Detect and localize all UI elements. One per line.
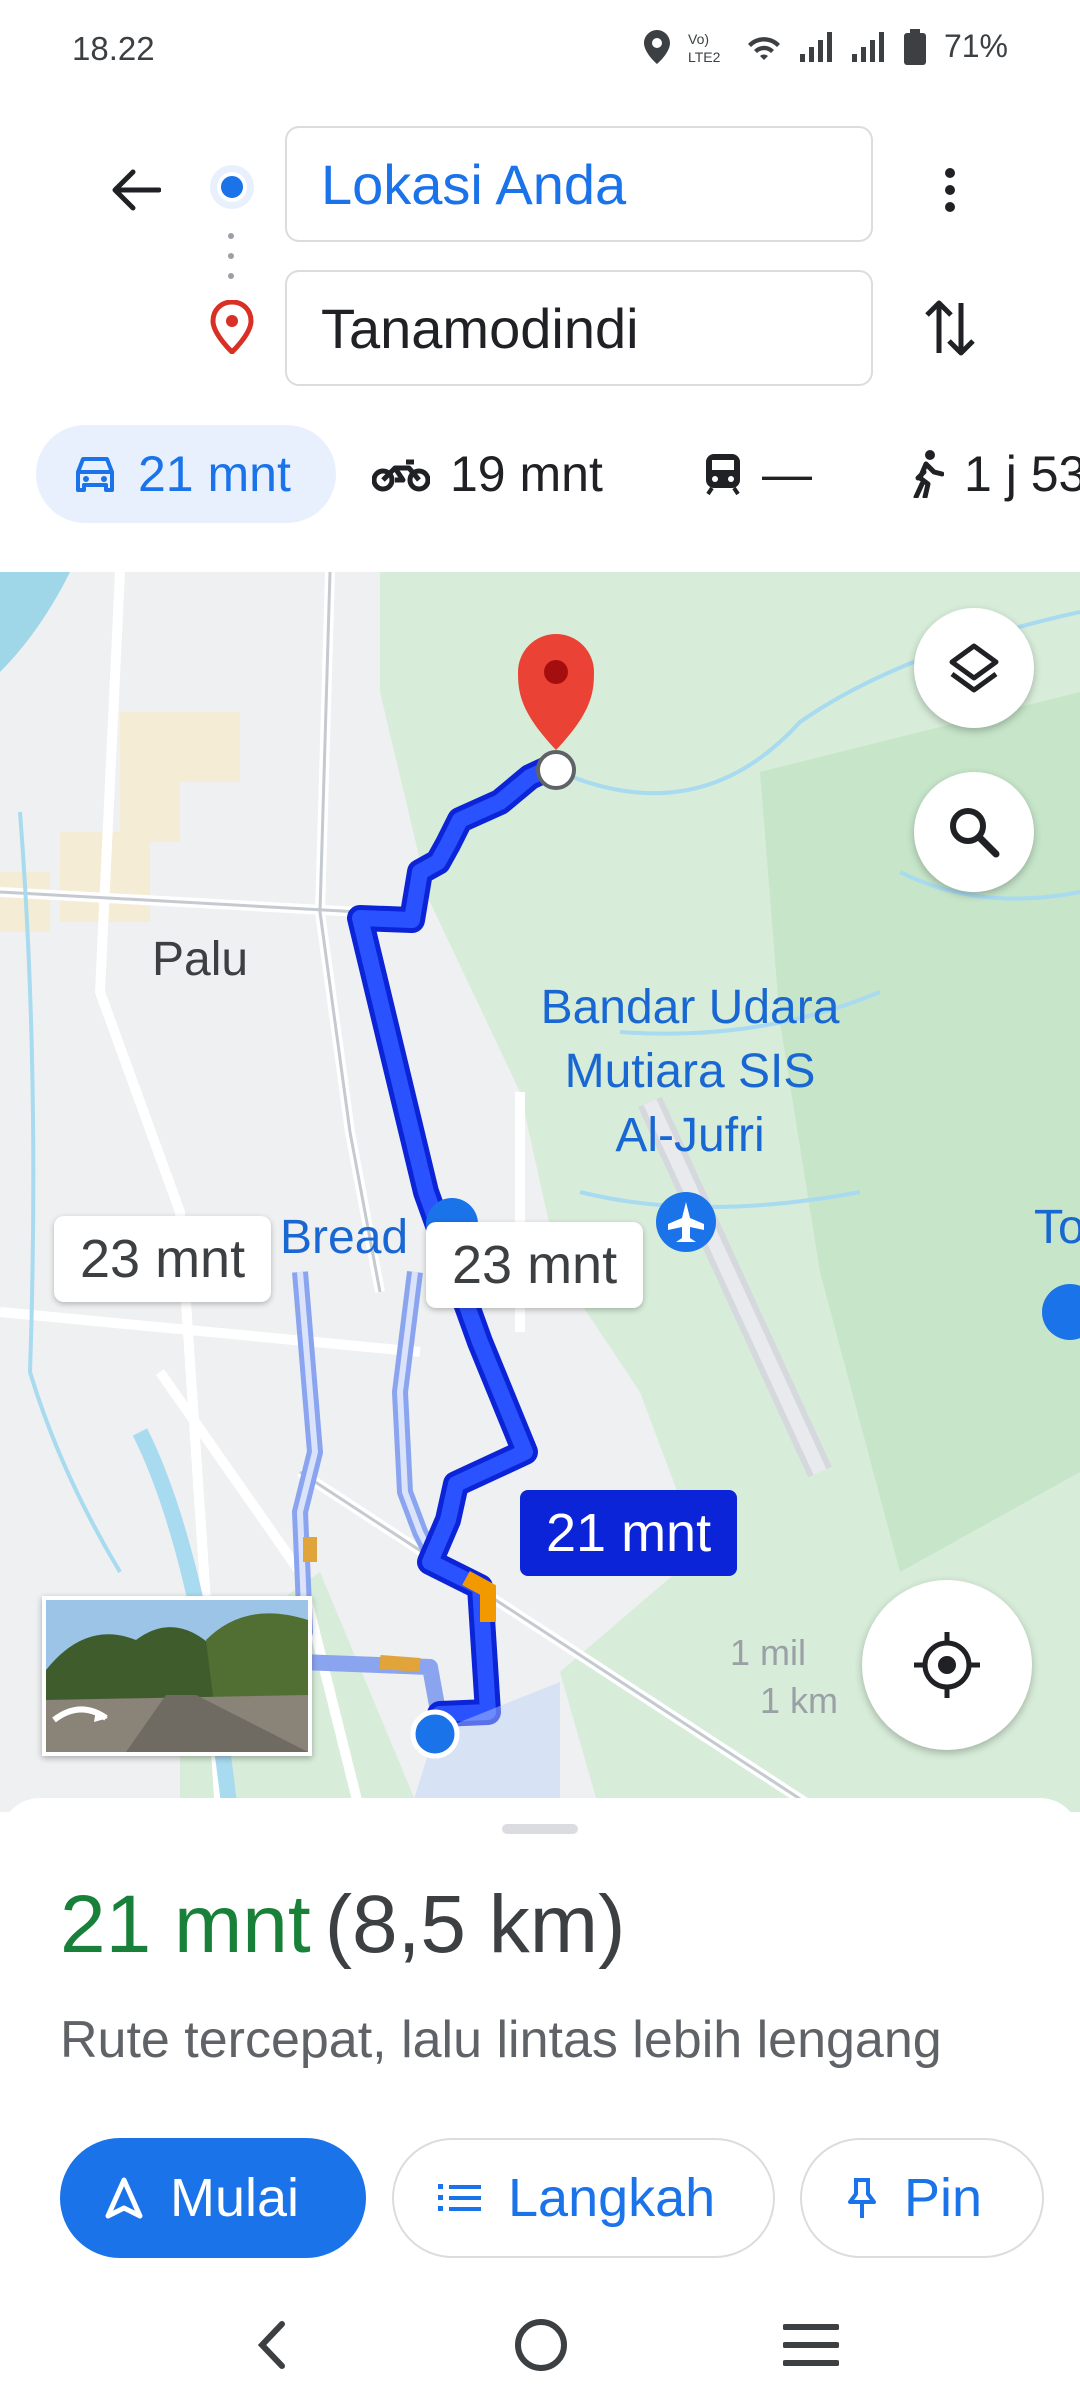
my-location-button[interactable]: [862, 1580, 1032, 1750]
svg-text:LTE2: LTE2: [688, 49, 721, 64]
status-time: 18.22: [72, 30, 155, 67]
search-icon: [950, 808, 1000, 858]
map-view[interactable]: Palu Bandar Udara Mutiara SIS Al-Jufri B…: [0, 572, 1080, 1812]
route-distance: (8,5 km): [324, 1879, 626, 1970]
destination-pin-icon: [210, 300, 254, 354]
street-view-image: [46, 1600, 308, 1752]
route-alt-tag-2[interactable]: 23 mnt: [426, 1222, 644, 1308]
map-label-airport[interactable]: Bandar Udara Mutiara SIS Al-Jufri: [500, 976, 880, 1168]
sheet-drag-handle[interactable]: [502, 1824, 578, 1834]
volte-icon: Vo) LTE2: [688, 31, 721, 64]
nav-home-icon: [515, 2319, 567, 2371]
steps-button[interactable]: Langkah: [392, 2138, 775, 2258]
route-dots-icon: [228, 233, 234, 279]
nav-back-icon: [257, 2321, 285, 2369]
swap-vert-icon: [925, 300, 975, 356]
my-location-icon: [914, 1632, 980, 1698]
more-options-button[interactable]: [920, 150, 980, 230]
map-scale: 1 mil 1 km: [570, 1632, 838, 1722]
route-duration: 21 mnt: [60, 1879, 311, 1970]
street-view-thumbnail[interactable]: [42, 1596, 312, 1756]
motorbike-time: 19 mnt: [450, 446, 603, 502]
map-label-poi-bread[interactable]: Bread: [280, 1210, 408, 1265]
status-icons: Vo) LTE2 71%: [643, 28, 1008, 65]
battery-percent: 71%: [943, 28, 1008, 64]
route-description: Rute tercepat, lalu lintas lebih lengang: [60, 2011, 942, 2069]
walking-icon: [913, 450, 944, 498]
pin-label: Pin: [904, 2168, 983, 2228]
scale-km: 1 km: [760, 1680, 839, 1721]
route-primary-tag[interactable]: 21 mnt: [520, 1490, 738, 1576]
walking-time: 1 j 53: [964, 446, 1080, 502]
scale-mi: 1 mil: [730, 1632, 807, 1673]
system-nav-bar: [0, 2290, 1080, 2400]
layers-button[interactable]: [914, 608, 1034, 728]
tab-motorbike[interactable]: 19 mnt: [372, 425, 603, 523]
map-label-poi-partial[interactable]: To: [1034, 1200, 1080, 1255]
driving-time: 21 mnt: [138, 446, 291, 502]
steps-label: Langkah: [508, 2168, 716, 2228]
signal-icon: [799, 31, 832, 62]
nav-home-button[interactable]: [496, 2310, 586, 2380]
list-icon: [438, 2184, 481, 2211]
start-label: Mulai: [170, 2168, 300, 2228]
tab-transit[interactable]: —: [704, 425, 812, 523]
arrow-back-icon: [112, 169, 161, 211]
swap-button[interactable]: [910, 288, 990, 368]
nav-recents-button[interactable]: [766, 2310, 856, 2380]
back-button[interactable]: [95, 150, 175, 230]
status-bar: 18.22 Vo) LTE2 71%: [0, 0, 1080, 100]
nav-menu-icon: [783, 2324, 839, 2366]
motorbike-icon: [372, 459, 430, 492]
signal-icon-2: [851, 31, 884, 62]
layers-icon: [949, 643, 999, 693]
tab-walking[interactable]: 1 j 53: [910, 425, 1080, 523]
start-button[interactable]: Mulai: [60, 2138, 366, 2258]
airport-line-2: Mutiara SIS: [564, 1045, 816, 1098]
pin-button[interactable]: Pin: [800, 2138, 1044, 2258]
search-map-button[interactable]: [914, 772, 1034, 892]
travel-mode-tabs: 21 mnt 19 mnt — 1 j 53: [0, 425, 1080, 523]
destination-input[interactable]: Tanamodindi: [285, 270, 873, 386]
wifi-icon: [747, 36, 780, 60]
more-vert-icon: [945, 168, 955, 212]
map-label-city: Palu: [152, 933, 249, 986]
car-icon: [76, 457, 114, 492]
nav-back-button[interactable]: [226, 2310, 316, 2380]
origin-input[interactable]: Lokasi Anda: [285, 126, 873, 242]
transit-time: —: [762, 446, 812, 502]
airport-line-3: Al-Jufri: [615, 1109, 765, 1162]
battery-icon: [903, 28, 926, 65]
route-alt-tag-1[interactable]: 23 mnt: [54, 1216, 272, 1302]
origin-dot-icon: [210, 165, 254, 209]
tab-driving[interactable]: 21 mnt: [36, 425, 336, 523]
train-icon: [706, 454, 740, 496]
directions-header: Lokasi Anda Tanamodindi 21 mnt 19 mnt — …: [0, 100, 1080, 570]
location-icon: [643, 29, 670, 64]
navigation-arrow-icon: [105, 2177, 143, 2219]
pin-icon: [848, 2178, 876, 2218]
svg-text:Vo): Vo): [688, 31, 709, 47]
airport-line-1: Bandar Udara: [540, 981, 840, 1034]
route-summary: 21 mnt (8,5 km): [60, 1878, 625, 1972]
